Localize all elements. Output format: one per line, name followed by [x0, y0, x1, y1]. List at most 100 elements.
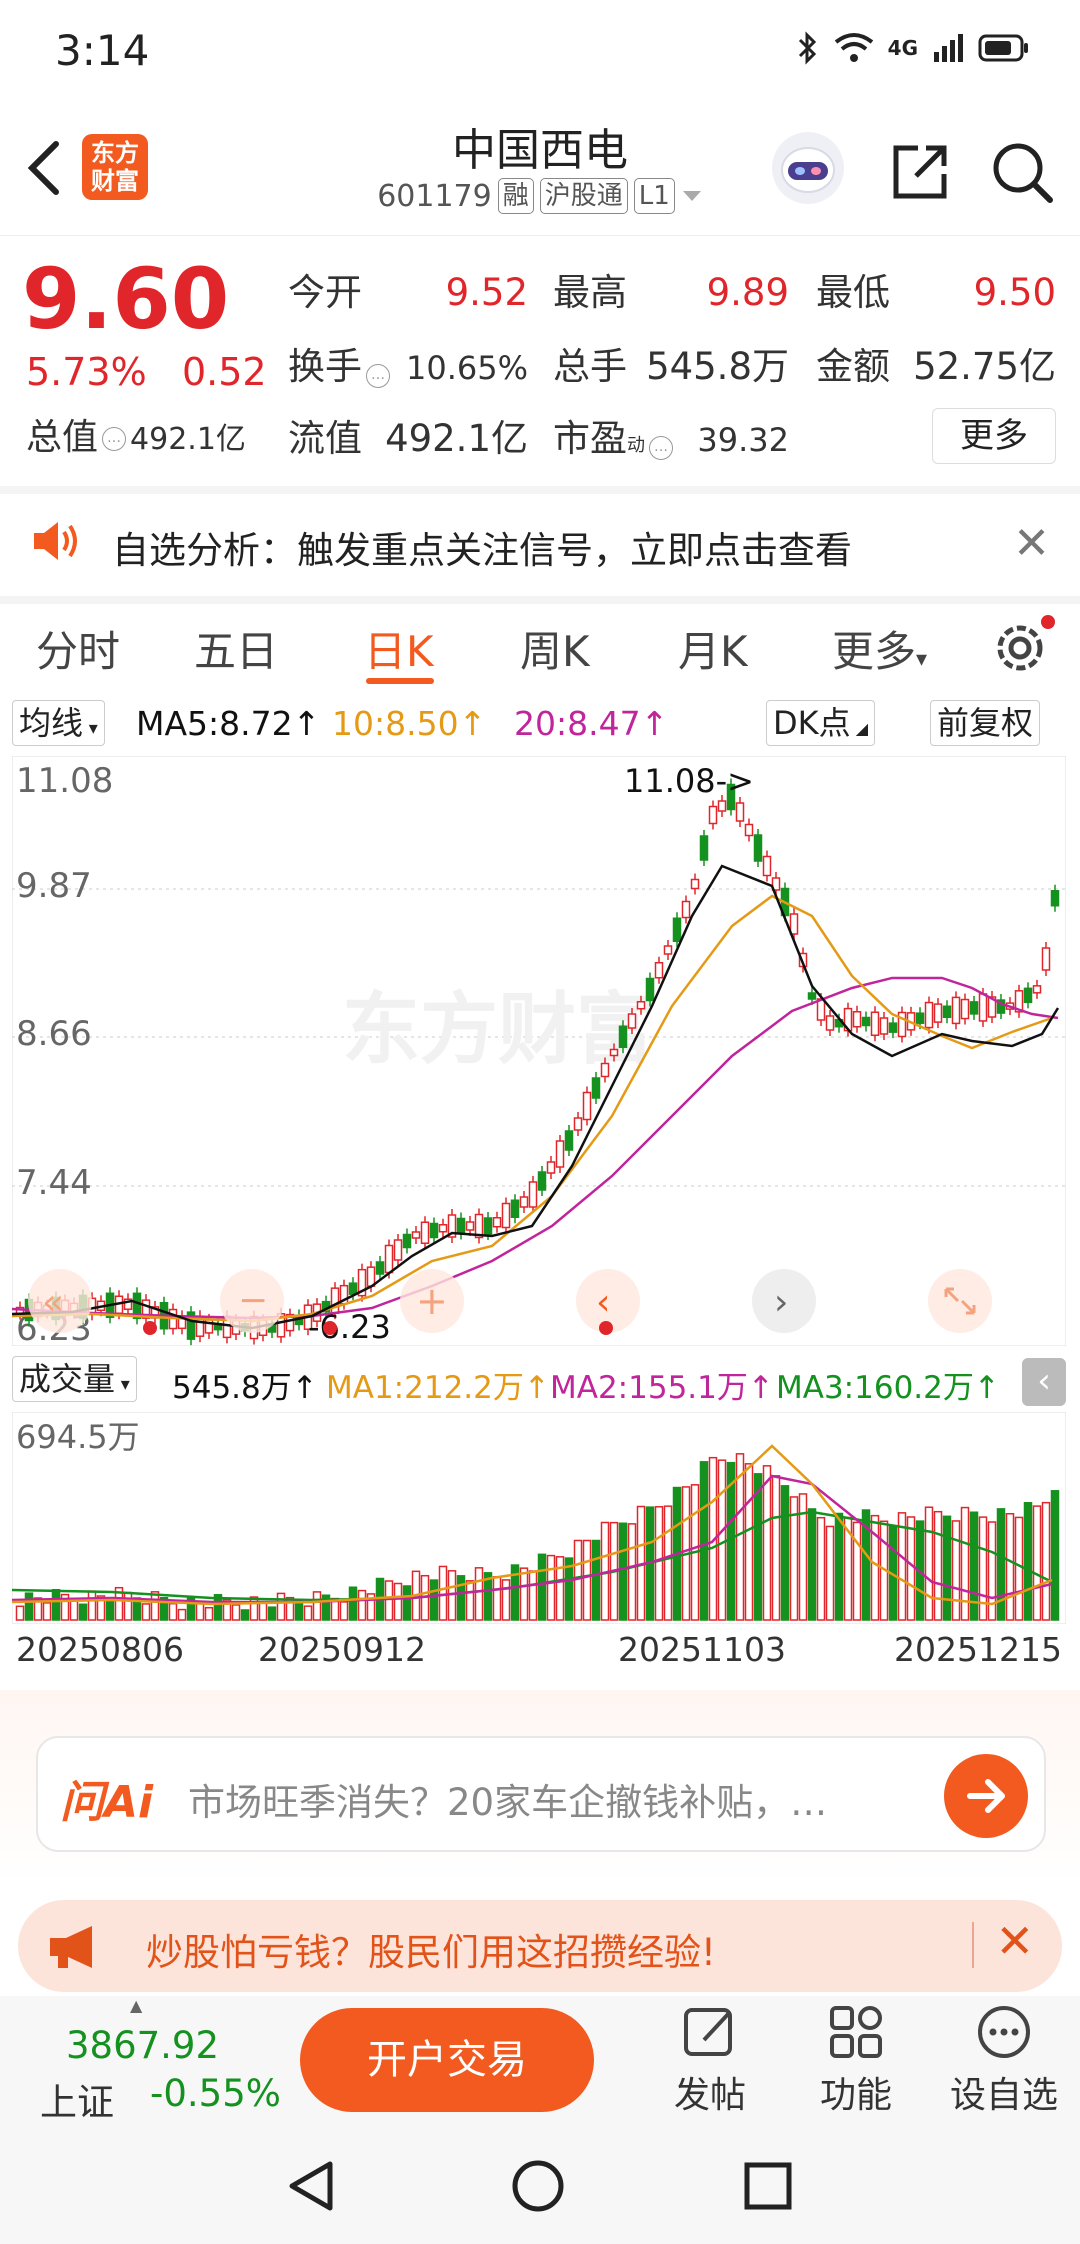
tab-more[interactable]: 更多▾ — [832, 618, 927, 679]
candle — [618, 1025, 628, 1048]
ask-ai-go-button[interactable] — [944, 1754, 1028, 1838]
signal-dot — [323, 1321, 337, 1335]
date-axis: 20250806 20250912 20251103 20251215 — [0, 1630, 1080, 1680]
alert-banner[interactable]: 自选分析：触发重点关注信号，立即点击查看 ✕ — [0, 486, 1080, 604]
volume-bar — [1023, 1502, 1033, 1621]
add-watchlist-label: 设自选 — [949, 2075, 1058, 2116]
volume-bar — [177, 1608, 187, 1621]
tab-monthly-k[interactable]: 月K — [678, 618, 748, 679]
minus-icon: − — [238, 1280, 268, 1321]
add-watchlist-button[interactable]: 设自选 — [944, 2002, 1064, 2118]
close-icon[interactable]: ✕ — [995, 1914, 1034, 1968]
volume-bar — [267, 1606, 277, 1621]
collapse-panel-icon[interactable]: ‹ — [1022, 1358, 1066, 1406]
candle — [393, 1239, 403, 1261]
y-label-987: 9.87 — [16, 866, 92, 906]
info-value: 545.8万 — [646, 345, 789, 388]
candle — [807, 992, 817, 1000]
volume-selector-label: 成交量 — [19, 1360, 116, 1398]
index-change[interactable]: -0.55% — [150, 2072, 281, 2115]
info-icon[interactable]: … — [366, 364, 390, 388]
nav-back-icon[interactable] — [284, 2158, 340, 2214]
volume-bar — [231, 1604, 241, 1621]
volume-bar — [465, 1580, 475, 1621]
volume-bar — [969, 1511, 979, 1621]
info-label: 最高 — [553, 271, 627, 314]
volume-bar — [24, 1592, 34, 1621]
chevron-down-icon: ▾ — [916, 647, 928, 672]
info-label: 最低 — [816, 271, 890, 314]
volume-bar — [339, 1601, 349, 1621]
tab-five-day[interactable]: 五日 — [194, 618, 278, 679]
stock-header: 东方 财富 中国西电 601179 融 沪股通 L1 — [0, 100, 1080, 236]
dropdown-icon[interactable] — [681, 188, 703, 204]
change-percent: 5.73% — [26, 350, 147, 394]
volume-bar — [384, 1580, 394, 1621]
volume-bar — [168, 1602, 178, 1621]
volume-bar — [51, 1588, 61, 1621]
candle — [1023, 987, 1033, 1004]
nav-recents-icon[interactable] — [740, 2158, 796, 2214]
open-account-trade-button[interactable]: 开户交易 — [300, 2008, 594, 2112]
volume-bar — [69, 1598, 79, 1621]
edit-icon — [684, 2008, 732, 2056]
nav-home-icon[interactable] — [510, 2158, 566, 2214]
ma-selector[interactable]: 均线 ▾ — [12, 700, 105, 746]
megaphone-icon — [50, 1926, 92, 1968]
candle — [348, 1282, 358, 1295]
candle — [456, 1217, 466, 1235]
promo-banner[interactable]: 炒股怕亏钱？股民们用这招攒经验! ✕ — [18, 1900, 1062, 1992]
share-icon[interactable] — [888, 140, 952, 204]
volume-bar — [780, 1485, 790, 1621]
volume-bar — [78, 1603, 88, 1621]
volume-max-label: 694.5万 — [16, 1418, 140, 1456]
tab-daily-k[interactable]: 日K — [364, 618, 434, 679]
volume-bar — [438, 1565, 448, 1621]
candle — [375, 1261, 385, 1275]
pe-superscript: 动 — [627, 435, 645, 456]
robot-assistant-icon[interactable] — [772, 132, 844, 204]
speaker-icon — [34, 522, 77, 560]
info-label: 换手 — [288, 345, 362, 388]
dk-point-selector[interactable]: DK点 ◢ — [766, 700, 876, 746]
ma-indicator-row: 均线 ▾ MA5:8.72↑ 10:8.50↑ 20:8.47↑ DK点 ◢ 前… — [0, 698, 1080, 750]
candle — [384, 1244, 394, 1274]
candle — [411, 1231, 421, 1239]
chart-watermark: 东方财富 — [342, 985, 654, 1075]
tab-intraday[interactable]: 分时 — [36, 618, 120, 679]
volume-chart: 694.5万 — [12, 1412, 1066, 1624]
candle — [582, 1091, 592, 1121]
tag-margin: 融 — [497, 178, 534, 214]
index-value[interactable]: 3867.92 — [66, 2024, 219, 2067]
volume-bar — [591, 1539, 601, 1621]
status-bar: 3:14 4G — [0, 0, 1080, 100]
signal-dot — [599, 1321, 613, 1335]
volume-indicator-row: 成交量 ▾ 545.8万↑ MA1:212.2万↑ MA2:155.1万↑ MA… — [0, 1352, 1080, 1408]
volume-bar — [996, 1508, 1006, 1621]
stock-code: 601179 — [377, 178, 492, 214]
info-icon[interactable]: … — [649, 436, 673, 460]
search-icon[interactable] — [988, 138, 1056, 206]
volume-selector[interactable]: 成交量 ▾ — [12, 1356, 137, 1402]
network-label: 4G — [887, 36, 918, 60]
info-icon[interactable]: … — [102, 427, 127, 451]
volume-bar — [951, 1520, 961, 1621]
ask-ai-box[interactable]: 问Ai 市场旺季消失？20家车企撤钱补贴，… — [36, 1736, 1046, 1852]
candle — [546, 1161, 556, 1174]
more-button[interactable]: 更多 — [932, 408, 1056, 464]
ma10-value: 10:8.50↑ — [332, 704, 487, 743]
tab-weekly-k[interactable]: 周K — [520, 618, 590, 679]
kline-chart[interactable]: 东方财富 11.08 9.87 8.66 7.44 6.23 11.08-> -… — [12, 756, 1066, 1346]
fullscreen-circle[interactable] — [928, 1269, 992, 1333]
status-time: 3:14 — [55, 26, 150, 75]
index-name[interactable]: 上证 — [40, 2072, 114, 2126]
adjust-selector[interactable]: 前复权 — [930, 700, 1041, 746]
close-icon[interactable]: ✕ — [1013, 518, 1050, 569]
post-button[interactable]: 发帖 — [650, 2002, 770, 2118]
system-nav-bar — [0, 2128, 1080, 2244]
volume-bar — [807, 1508, 817, 1621]
quote-panel: 9.60 5.73% 0.52 总值… 492.1亿 今开 9.52 最高 9.8… — [0, 236, 1080, 482]
info-label: 今开 — [288, 271, 362, 314]
functions-button[interactable]: 功能 — [796, 2002, 916, 2118]
gear-icon[interactable] — [990, 612, 1056, 678]
